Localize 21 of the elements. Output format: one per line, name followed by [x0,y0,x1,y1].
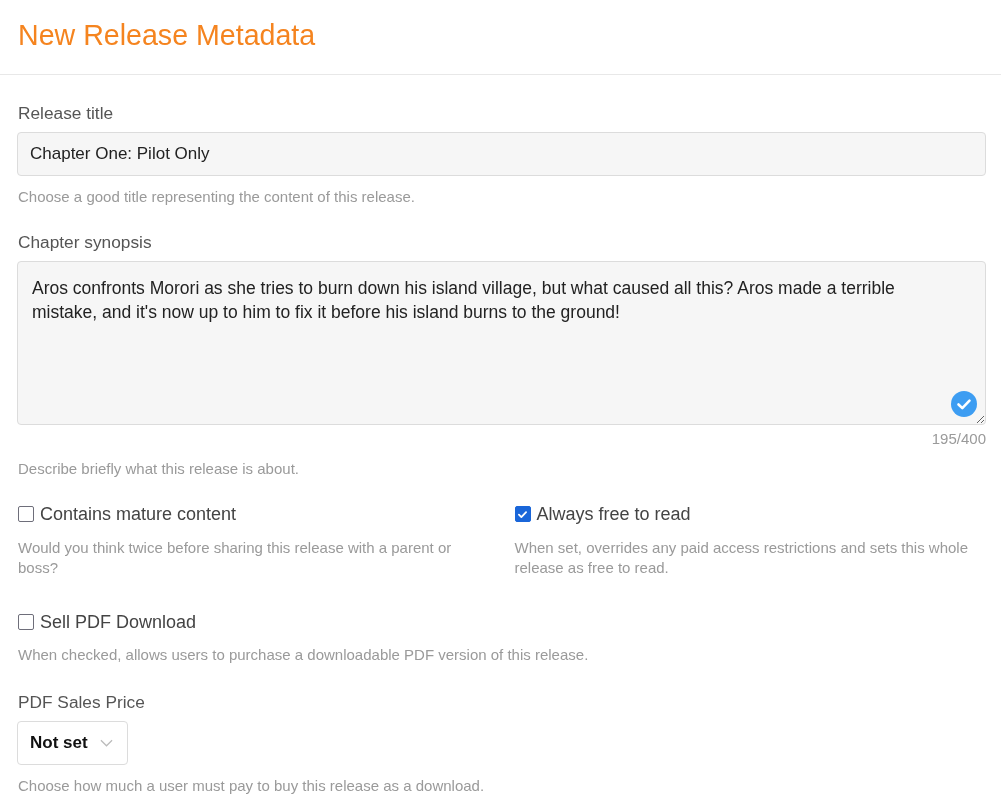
text-field[interactable]: Chapter One: Pilot Only [17,132,986,176]
price-dropdown[interactable]: Not set [17,721,128,765]
field-label: PDF Sales Price [18,692,146,712]
checkbox[interactable] [18,506,34,522]
synopsis-field[interactable]: Aros confronts Morori as she tries to burn down his island village, but what caused all this? Aros made a terrible mistake, and it's now up to him to fix it before his island burns to the ground! [17,261,986,425]
page-title: New Release Metadata [18,17,316,52]
hint-text: Choose how much a user must pay to buy this release as a download. [18,777,486,795]
checkbox-label[interactable]: Always free to read [536,504,691,524]
field-label: Chapter synopsis [18,232,153,252]
caret-icon [99,739,113,747]
checkbox[interactable] [18,614,34,630]
checkbox[interactable] [514,506,531,522]
hint-text: When set, overrides any paid access restrictions and sets this whole release as free to read. [514,538,970,578]
character-counter: 195/400 [930,430,986,448]
hint-text: Would you think twice before sharing this release with a parent or boss? [18,538,453,578]
hint-text: Choose a good title representing the content of this release. [18,188,416,206]
hint-text: Describe briefly what this release is about. [18,460,300,478]
checkbox-label[interactable]: Contains mature content [40,504,237,524]
hint-text: When checked, allows users to purchase a downloadable PDF version of this release. [18,645,590,665]
field-label: Release title [18,103,115,123]
checkbox-label[interactable]: Sell PDF Download [40,612,197,632]
